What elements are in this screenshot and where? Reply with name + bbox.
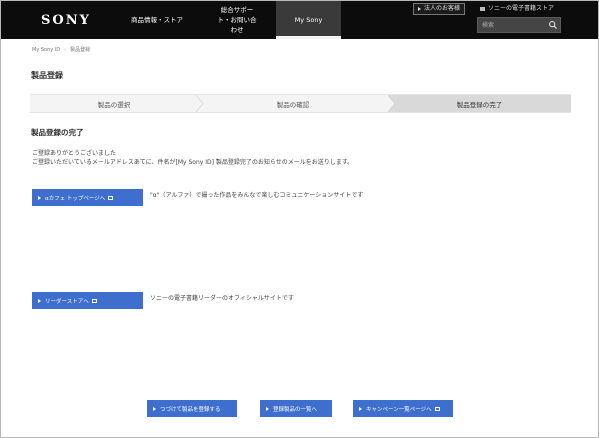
external-link-icon xyxy=(434,406,440,411)
reader-store-description: ソニーの電子書籍リーダーのオフィシャルサイトです xyxy=(150,295,294,302)
external-link-icon xyxy=(108,195,114,200)
breadcrumb-current: 製品登録 xyxy=(70,47,91,53)
step-label: 製品の確認 xyxy=(276,100,310,109)
reader-store-button[interactable]: リーダーストアへ xyxy=(32,292,143,309)
register-another-product-button[interactable]: つづけて製品を登録する xyxy=(147,400,237,417)
page-title: 製品登録 xyxy=(31,71,63,80)
nav-label: 総合サポート・お問い合わせ xyxy=(217,6,257,34)
arrow-icon xyxy=(38,298,41,303)
search-box xyxy=(477,17,561,33)
button-label: つづけて製品を登録する xyxy=(160,406,221,413)
nav-products-store[interactable]: 商品情報・ストア xyxy=(119,1,195,39)
breadcrumb-my-sony-id[interactable]: My Sony ID xyxy=(32,47,60,53)
email-notice-message: ご登録いただいているメールアドレスあてに、件名が[My Sony ID] 製品登… xyxy=(32,159,354,166)
button-label: リーダーストアへ xyxy=(45,298,89,305)
step-label: 製品の選択 xyxy=(97,100,131,109)
button-label: キャンペーン一覧ページへ xyxy=(366,406,432,413)
sony-logo[interactable]: SONY xyxy=(41,13,91,28)
arrow-icon xyxy=(38,195,41,200)
step-select-product: 製品の選択 xyxy=(30,95,198,112)
registered-products-list-button[interactable]: 登録製品の一覧へ xyxy=(260,400,332,417)
book-icon xyxy=(480,6,485,11)
step-label: 製品登録の完了 xyxy=(456,100,503,109)
breadcrumb-separator-icon: › xyxy=(64,46,67,53)
button-label: αカフェ トップページへ xyxy=(45,195,106,202)
link-label: ソニーの電子書籍ストア xyxy=(488,5,555,12)
campaign-list-button[interactable]: キャンペーン一覧ページへ xyxy=(353,400,453,417)
external-link-icon xyxy=(91,298,97,303)
button-label: 登録製品の一覧へ xyxy=(273,406,318,413)
play-icon xyxy=(418,6,421,11)
step-indicator: 製品の選択 製品の確認 製品登録の完了 xyxy=(30,94,571,113)
step-chevron-icon xyxy=(196,95,204,112)
arrow-icon xyxy=(359,406,362,411)
search-input[interactable] xyxy=(482,18,544,32)
section-title: 製品登録の完了 xyxy=(31,128,84,137)
alpha-cafe-button[interactable]: αカフェ トップページへ xyxy=(32,189,143,206)
nav-label: 商品情報・ストア xyxy=(131,16,183,24)
arrow-icon xyxy=(266,406,269,411)
page-frame: SONY 商品情報・ストア 総合サポート・お問い合わせ My Sony 法人のお… xyxy=(0,0,599,438)
arrow-icon xyxy=(153,406,156,411)
nav-support[interactable]: 総合サポート・お問い合わせ xyxy=(205,1,269,39)
step-confirm-product: 製品の確認 xyxy=(196,95,388,112)
nav-label: My Sony xyxy=(294,16,323,24)
alpha-cafe-description: "α"（アルファ）で撮った作品をみんなで楽しむコミュニケーションサイトです xyxy=(150,192,364,199)
corporate-customers-link[interactable]: 法人のお客様 xyxy=(413,3,466,15)
global-header: SONY 商品情報・ストア 総合サポート・お問い合わせ My Sony 法人のお… xyxy=(1,1,598,39)
search-icon[interactable] xyxy=(548,20,558,30)
step-registration-complete: 製品登録の完了 xyxy=(387,95,571,112)
link-label: 法人のお客様 xyxy=(424,5,461,12)
ebook-store-link[interactable]: ソニーの電子書籍ストア xyxy=(475,3,559,15)
thanks-message: ご登録ありがとうございました xyxy=(32,150,117,157)
breadcrumb: My Sony ID › 製品登録 xyxy=(32,46,91,54)
step-chevron-icon xyxy=(387,95,394,112)
nav-my-sony[interactable]: My Sony xyxy=(276,1,341,39)
